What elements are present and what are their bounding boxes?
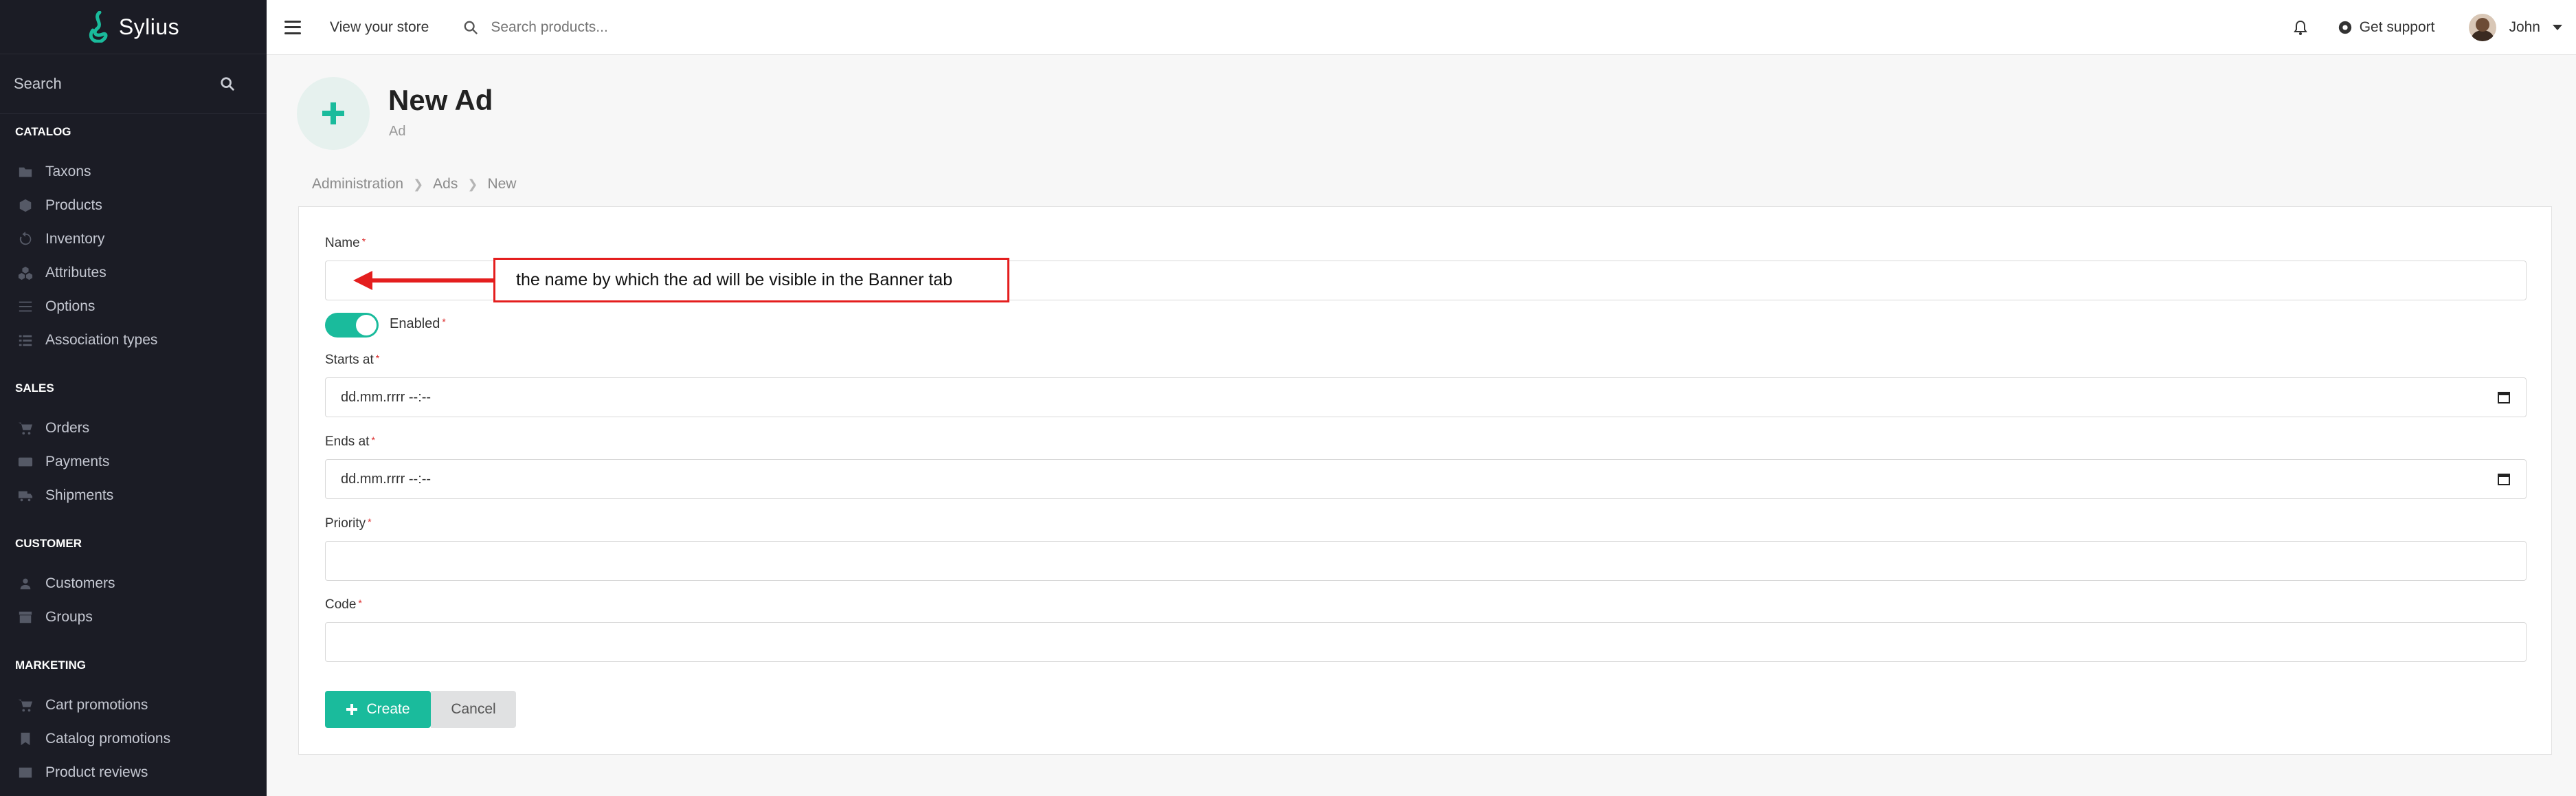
- user-menu[interactable]: John: [2469, 13, 2562, 41]
- truck-icon: [18, 491, 33, 502]
- sidebar-item-payments[interactable]: Payments: [18, 452, 109, 472]
- sidebar-item-label: Options: [45, 298, 96, 314]
- name-label: Name *: [325, 236, 366, 250]
- breadcrumb: Administration ❯ Ads ❯ New: [312, 176, 516, 192]
- search-icon[interactable]: [220, 76, 235, 91]
- page-header-icon: [297, 77, 370, 150]
- breadcrumb-ads[interactable]: Ads: [433, 176, 458, 192]
- chevron-right-icon: ❯: [413, 177, 424, 191]
- sliders-icon: [19, 301, 32, 312]
- user-name: John: [2509, 19, 2540, 35]
- sidebar-item-label: Product reviews: [45, 764, 148, 780]
- sidebar-item-label: Payments: [45, 454, 110, 469]
- sidebar-item-label: Cart promotions: [45, 697, 148, 713]
- sidebar-item-orders[interactable]: Orders: [18, 418, 89, 439]
- priority-label: Priority *: [325, 516, 372, 531]
- brand-logo[interactable]: Sylius: [0, 0, 267, 54]
- cubes-icon: [18, 266, 33, 280]
- breadcrumb-administration[interactable]: Administration: [312, 176, 403, 192]
- sidebar-item-taxons[interactable]: Taxons: [18, 162, 91, 182]
- newspaper-icon: [19, 767, 32, 778]
- create-label: Create: [366, 701, 410, 717]
- sidebar-item-product-reviews[interactable]: Product reviews: [18, 762, 148, 783]
- chevron-right-icon: ❯: [467, 177, 478, 191]
- sidebar-search-input[interactable]: Search: [14, 75, 62, 93]
- list-icon: [19, 335, 32, 346]
- sidebar-item-label: Groups: [45, 609, 93, 625]
- sidebar-item-attributes[interactable]: Attributes: [18, 263, 107, 283]
- folder-icon: [19, 167, 32, 177]
- get-support-link[interactable]: Get support: [2338, 19, 2435, 36]
- sidebar-item-groups[interactable]: Groups: [18, 607, 93, 628]
- sidebar-item-label: Inventory: [45, 231, 105, 247]
- create-button[interactable]: Create: [325, 691, 431, 728]
- sidebar-item-label: Association types: [45, 332, 158, 348]
- users-icon: [20, 578, 31, 590]
- history-icon: [19, 232, 32, 245]
- sidebar-item-label: Products: [45, 197, 102, 213]
- page-subtitle: Ad: [389, 124, 406, 139]
- sidebar-item-label: Attributes: [45, 265, 107, 280]
- lifebuoy-icon: [2338, 21, 2351, 34]
- page-title: New Ad: [388, 84, 493, 116]
- ends-at-field[interactable]: dd.mm.rrrr --:--: [325, 459, 2527, 499]
- product-search-input[interactable]: [491, 19, 766, 36]
- view-store-link[interactable]: View your store: [330, 19, 429, 36]
- annotation-arrow-icon: [353, 271, 495, 290]
- sidebar-section-customer: CUSTOMER: [15, 537, 82, 550]
- topbar: View your store Get support John: [267, 0, 2576, 55]
- sidebar-item-customers[interactable]: Customers: [18, 573, 115, 594]
- brand-name: Sylius: [118, 14, 180, 39]
- plus-icon: [346, 704, 358, 715]
- sidebar-item-label: Customers: [45, 575, 115, 591]
- cube-icon: [19, 199, 32, 212]
- chevron-down-icon: [2553, 24, 2562, 30]
- sidebar-section-marketing: MARKETING: [15, 659, 86, 672]
- starts-at-field[interactable]: dd.mm.rrrr --:--: [325, 377, 2527, 417]
- sidebar: Sylius Search CATALOG Taxons Products In…: [0, 0, 267, 796]
- bookmark-icon: [21, 732, 30, 746]
- sidebar-search[interactable]: Search: [0, 54, 267, 114]
- sidebar-item-label: Taxons: [45, 164, 91, 179]
- sidebar-item-association-types[interactable]: Association types: [18, 330, 157, 351]
- code-field[interactable]: [325, 622, 2527, 662]
- annotation-callout: the name by which the ad will be visible…: [493, 258, 1009, 302]
- payment-icon: [18, 457, 33, 467]
- calendar-icon[interactable]: [2497, 472, 2511, 486]
- breadcrumb-new: New: [487, 176, 517, 192]
- sidebar-item-catalog-promotions[interactable]: Catalog promotions: [18, 729, 170, 749]
- code-label: Code *: [325, 597, 362, 612]
- sidebar-item-cart-promotions[interactable]: Cart promotions: [18, 695, 148, 716]
- topbar-right: Get support John: [2292, 13, 2562, 41]
- bell-icon[interactable]: [2292, 19, 2309, 36]
- starts-at-value: dd.mm.rrrr --:--: [341, 390, 432, 405]
- enabled-label: Enabled *: [390, 316, 446, 331]
- sidebar-item-products[interactable]: Products: [18, 195, 102, 216]
- avatar: [2469, 13, 2497, 41]
- ends-at-label: Ends at *: [325, 434, 375, 449]
- product-search[interactable]: [463, 19, 766, 36]
- starts-at-label: Starts at *: [325, 353, 380, 367]
- sidebar-section-catalog: CATALOG: [15, 125, 71, 138]
- cart-icon: [18, 422, 33, 435]
- calendar-icon[interactable]: [2497, 390, 2511, 404]
- sidebar-item-inventory[interactable]: Inventory: [18, 229, 104, 250]
- enabled-toggle[interactable]: [325, 313, 379, 338]
- priority-field[interactable]: [325, 541, 2527, 581]
- sylius-logo-icon: [89, 11, 108, 43]
- menu-toggle-icon[interactable]: [284, 20, 301, 34]
- sidebar-item-label: Catalog promotions: [45, 731, 171, 747]
- ends-at-value: dd.mm.rrrr --:--: [341, 472, 432, 487]
- sidebar-item-label: Orders: [45, 420, 90, 436]
- sidebar-item-options[interactable]: Options: [18, 296, 95, 317]
- archive-icon: [19, 611, 32, 623]
- search-icon: [464, 21, 478, 34]
- cancel-button[interactable]: Cancel: [431, 691, 516, 728]
- cart-icon: [18, 699, 33, 712]
- sidebar-item-label: Shipments: [45, 487, 114, 503]
- plus-icon: [322, 102, 344, 124]
- sidebar-section-sales: SALES: [15, 382, 54, 395]
- sidebar-item-shipments[interactable]: Shipments: [18, 485, 113, 506]
- get-support-label: Get support: [2359, 19, 2435, 35]
